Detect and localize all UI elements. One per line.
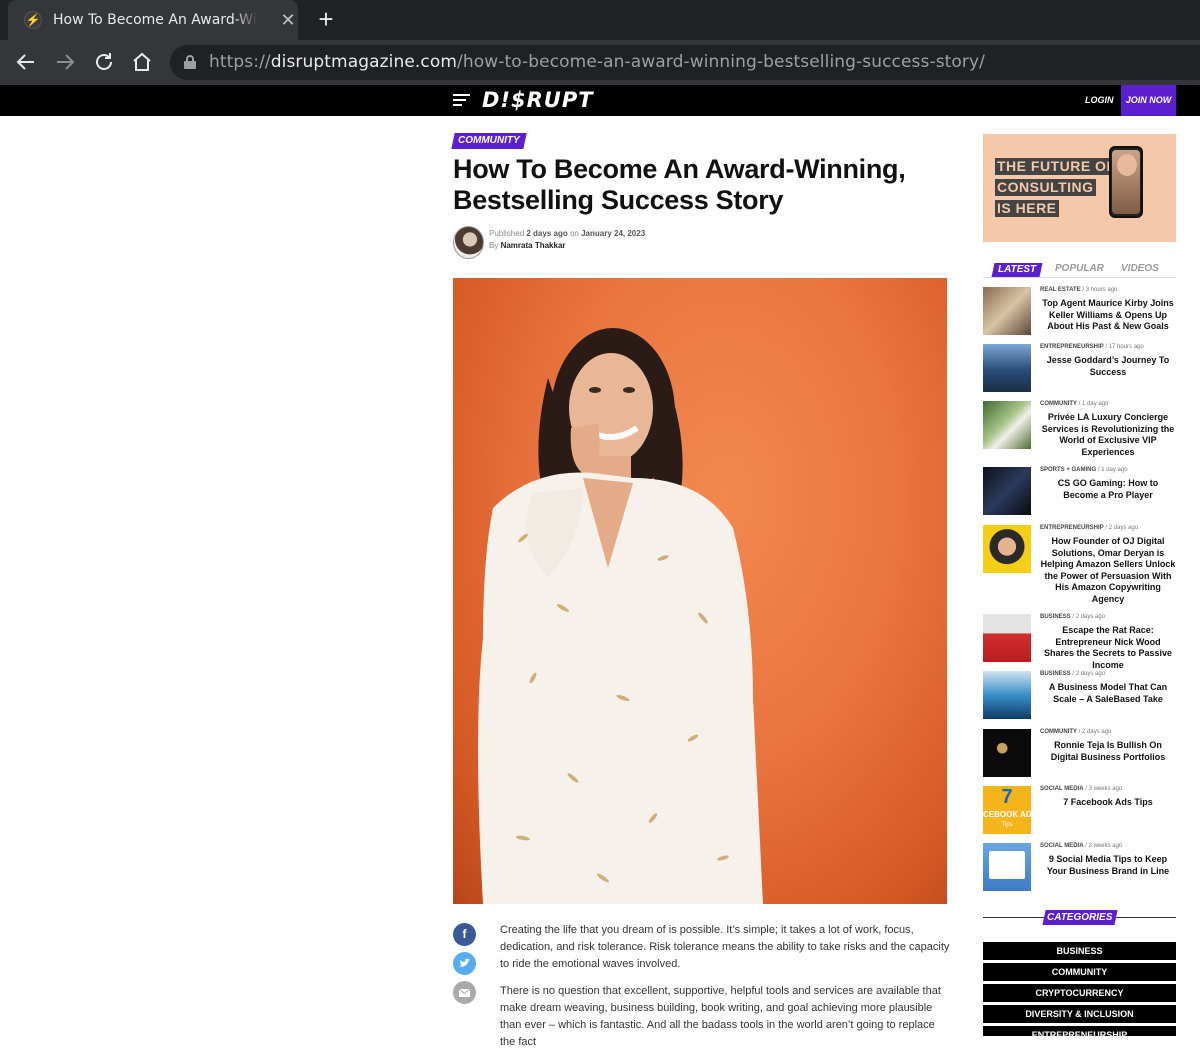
article-category-badge[interactable]: COMMUNITY (451, 133, 527, 149)
lightning-favicon-icon: ⚡ (24, 11, 42, 29)
feed-thumbnail[interactable] (983, 671, 1031, 719)
category-link[interactable]: CRYPTOCURRENCY (983, 984, 1176, 1002)
tab-latest[interactable]: LATEST (991, 263, 1043, 277)
feed-title[interactable]: 7 Facebook Ads Tips (1040, 797, 1176, 809)
feed-thumbnail[interactable] (983, 525, 1031, 573)
article-title: How To Become An Award-Winning, Bestsell… (453, 154, 906, 215)
feed-title[interactable]: CS GO Gaming: How to Become a Pro Player (1040, 478, 1176, 501)
join-now-button[interactable]: JOIN NOW (1121, 85, 1176, 116)
url-text[interactable]: https://disruptmagazine.com/how-to-becom… (209, 52, 985, 72)
feed-meta: ENTREPRENEURSHIP / 2 days ago (1040, 525, 1139, 531)
consulting-ad-banner[interactable]: THE FUTURE OF CONSULTING IS HERE (983, 134, 1176, 242)
category-link[interactable]: DIVERSITY & INCLUSION (983, 1005, 1176, 1023)
twitter-share-icon[interactable] (453, 952, 476, 975)
feed-title[interactable]: Ronnie Teja Is Bullish On Digital Busine… (1040, 740, 1176, 763)
browser-tab[interactable]: ⚡ How To Become An Award-Winning, Bestse… (8, 0, 298, 40)
ad-portrait (1117, 154, 1137, 176)
feed-meta: SPORTS + GAMING / 1 day ago (1040, 467, 1128, 473)
category-link[interactable]: COMMUNITY (983, 963, 1176, 981)
login-link[interactable]: LOGIN (1085, 95, 1114, 105)
home-icon[interactable] (130, 50, 154, 74)
feed-title[interactable]: 9 Social Media Tips to Keep Your Busines… (1040, 854, 1176, 877)
tab-title: How To Become An Award-Winning, Bestsell… (53, 12, 258, 28)
email-share-icon[interactable] (453, 981, 476, 1004)
feed-thumbnail[interactable] (983, 729, 1031, 777)
feed-thumbnail[interactable] (983, 344, 1031, 392)
feed-thumbnail[interactable] (983, 467, 1031, 515)
feed-meta: ENTREPRENEURSHIP / 17 hours ago (1040, 344, 1144, 350)
feed-title[interactable]: Escape the Rat Race: Entrepreneur Nick W… (1040, 625, 1176, 671)
site-logo[interactable]: D!$RUPT (482, 88, 594, 112)
publish-meta: Published 2 days ago on January 24, 2023… (489, 229, 646, 250)
feed-meta: SOCIAL MEDIA / 3 weeks ago (1040, 843, 1123, 849)
feed-meta: SOCIAL MEDIA / 3 weeks ago (1040, 786, 1123, 792)
article-paragraph-2: There is no question that excellent, sup… (500, 985, 941, 1048)
tab-close-icon[interactable]: ✕ (278, 10, 298, 30)
tabs-divider (983, 277, 1176, 278)
feed-meta: REAL ESTATE / 3 hours ago (1040, 287, 1118, 293)
tab-popular[interactable]: POPULAR (1055, 263, 1104, 274)
feed-thumbnail[interactable] (983, 401, 1031, 449)
article-hero-image (453, 278, 947, 904)
new-tab-icon[interactable]: + (314, 6, 338, 33)
back-icon[interactable] (14, 50, 38, 74)
feed-meta: COMMUNITY / 2 days ago (1040, 729, 1112, 735)
category-link[interactable]: BUSINESS (983, 942, 1176, 960)
article-paragraph-1: Creating the life that you dream of is p… (500, 924, 950, 970)
feed-meta: COMMUNITY / 1 day ago (1040, 401, 1109, 407)
author-name[interactable]: Namrata Thakkar (501, 241, 566, 250)
feed-thumbnail[interactable]: 7 CEBOOK AD Tips (983, 786, 1031, 834)
feed-title[interactable]: Privée LA Luxury Concierge Services is R… (1040, 412, 1176, 458)
facebook-share-icon[interactable]: f (453, 923, 476, 946)
feed-title[interactable]: A Business Model That Can Scale – A Sale… (1040, 682, 1176, 705)
lock-icon[interactable] (184, 55, 196, 69)
feed-thumbnail[interactable] (983, 843, 1031, 891)
feed-title[interactable]: How Founder of OJ Digital Solutions, Oma… (1040, 536, 1176, 605)
feed-thumbnail[interactable] (983, 287, 1031, 335)
forward-icon[interactable] (53, 50, 77, 74)
menu-icon[interactable] (453, 94, 470, 107)
feed-title[interactable]: Top Agent Maurice Kirby Joins Keller Wil… (1040, 298, 1176, 333)
tab-videos[interactable]: VIDEOS (1121, 263, 1159, 274)
feed-title[interactable]: Jesse Goddard’s Journey To Success (1040, 355, 1176, 378)
feed-meta: BUSINESS / 2 days ago (1040, 671, 1106, 677)
feed-thumbnail[interactable] (983, 614, 1031, 662)
feed-meta: BUSINESS / 2 days ago (1040, 614, 1106, 620)
category-link[interactable]: ENTREPRENEURSHIP (983, 1026, 1176, 1036)
reload-icon[interactable] (92, 50, 116, 74)
categories-heading: CATEGORIES (1042, 910, 1118, 925)
site-header (0, 85, 1200, 116)
author-avatar[interactable] (453, 226, 484, 259)
